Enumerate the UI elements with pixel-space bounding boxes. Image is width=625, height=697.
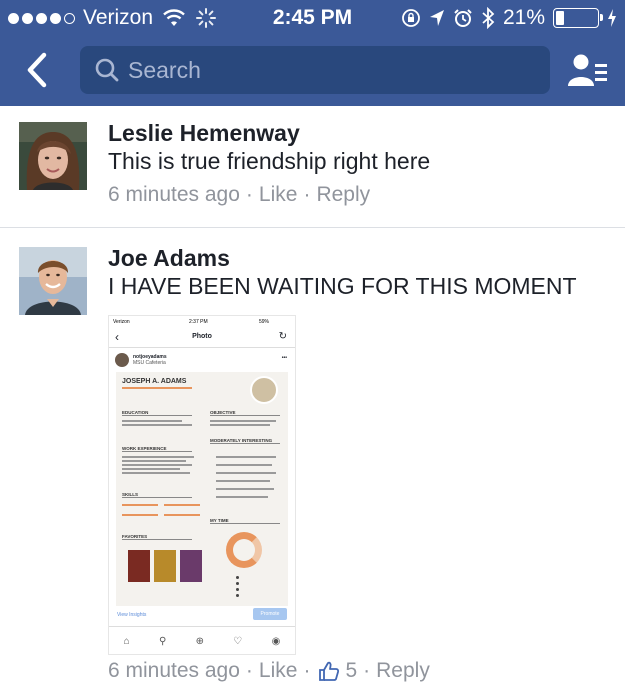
rotation-lock-icon [402,9,420,27]
battery-percent: 21% [502,6,545,29]
charging-bolt-icon [608,9,616,27]
friend-list-icon [568,54,607,86]
separator-dot: · [303,659,311,682]
favorite-poster [180,550,202,582]
search-bar[interactable]: Search [80,46,550,94]
attachment-nav-title: Photo [192,333,212,340]
comment-author[interactable]: Leslie Hemenway [108,120,300,147]
comment-item: Joe Adams I HAVE BEEN WAITING FOR THIS M… [0,229,625,697]
resume-section: MY TIME [210,518,280,524]
separator-dot: · [245,659,253,682]
comment-meta: 6 minutes ago · Like · 5 · Reply [108,659,430,683]
search-icon [95,58,119,82]
comment-text: I HAVE BEEN WAITING FOR THIS MOMENT [108,273,577,299]
attachment-tab-bar: ⌂ ⚲ ⊕ ♡ ◉ [109,626,295,654]
location-arrow-icon [429,10,444,26]
bluetooth-icon [482,7,495,29]
chevron-left-icon [27,52,47,88]
like-count[interactable]: 5 [345,659,357,683]
resume-photo [250,376,278,404]
resume-section: FAVORITES [122,534,192,540]
navigation-bar: Search [0,36,625,106]
avatar[interactable] [19,122,87,190]
heart-icon: ♡ [233,636,243,647]
attachment-battery: 59% [259,319,270,325]
comment-timestamp: 6 minutes ago [108,183,240,206]
resume-section: MODERATELY INTERESTING [210,438,280,444]
separator-dot: · [303,183,311,206]
home-icon: ⌂ [123,636,130,647]
resume-name: JOSEPH A. ADAMS [122,378,187,385]
search-placeholder: Search [128,56,201,83]
separator-dot: · [245,183,253,206]
resume-section: WORK EXPERIENCE [122,446,192,452]
attachment-location: MSU Cafeteria [133,360,166,366]
friend-list-button[interactable] [567,52,609,88]
separator-dot: · [363,659,371,682]
status-right: 21% [401,6,617,30]
search-icon: ⚲ [158,636,167,647]
avatar[interactable] [19,247,87,315]
favorite-poster [128,550,150,582]
comment-text: This is true friendship right here [108,148,431,174]
comment-attachment-image[interactable]: Verizon 2:37 PM 59% ‹ Photo ↻ notjoeyada… [108,315,296,655]
attachment-carrier: Verizon [113,319,130,325]
app-header: Verizon 2:45 PM 21% Search [0,0,625,106]
comment-meta: 6 minutes ago · Like · Reply [108,183,370,207]
resume-subtitle-line [122,387,192,389]
avatar-photo [19,247,87,315]
promote-button: Promote [253,608,287,620]
view-insights-link: View Insights [117,612,147,618]
profile-icon: ◉ [271,636,281,647]
attachment-post-header: notjoeyadams MSU Cafeteria ••• [109,348,295,372]
status-bar: Verizon 2:45 PM 21% [0,0,625,36]
attachment-more-icon: ••• [281,355,287,361]
battery-fill [556,11,565,25]
back-button[interactable] [20,50,56,90]
avatar-photo [19,122,87,190]
attachment-avatar [115,353,129,367]
like-thumb-icon [319,661,340,681]
attachment-time: 2:37 PM [189,319,208,325]
attachment-nav: ‹ Photo ↻ [109,328,295,348]
like-link[interactable]: Like [259,659,298,683]
attachment-status-bar: Verizon 2:37 PM 59% [109,316,295,328]
like-link[interactable]: Like [259,183,298,207]
add-icon: ⊕ [195,636,204,647]
battery-icon [553,8,603,28]
resume-image: JOSEPH A. ADAMS EDUCATION OBJECTIVE WORK… [116,372,288,606]
comment-author[interactable]: Joe Adams [108,245,230,272]
reply-link[interactable]: Reply [376,659,430,683]
resume-section: SKILLS [122,492,192,498]
reply-link[interactable]: Reply [316,183,370,207]
comment-item: Leslie Hemenway This is true friendship … [0,106,625,228]
resume-donut-chart [226,532,262,568]
favorite-poster [154,550,176,582]
alarm-clock-icon [454,9,472,27]
comment-timestamp: 6 minutes ago [108,659,240,682]
attachment-refresh-icon: ↻ [278,331,287,342]
resume-section: EDUCATION [122,410,192,416]
resume-section: OBJECTIVE [210,410,280,416]
